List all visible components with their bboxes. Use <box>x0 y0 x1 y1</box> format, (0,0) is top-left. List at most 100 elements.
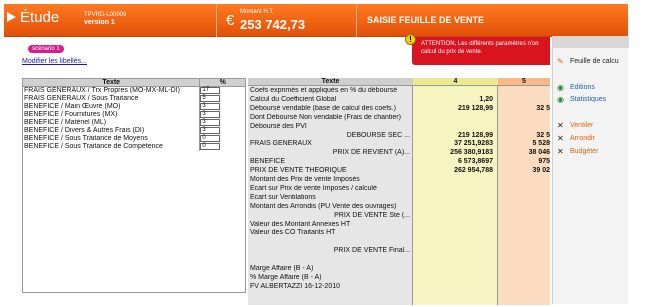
amount-value: 253 742,73 <box>240 17 306 32</box>
grid-row-label: PRIX DE REVIENT (A)... <box>332 149 410 157</box>
warning-icon: ! <box>405 34 416 45</box>
scenario-badge[interactable]: scénario 1 <box>28 45 64 53</box>
tools-icon: ✕ <box>557 134 564 143</box>
grid-row-label: DEBOURSE SEC ... <box>346 131 410 139</box>
sale-sheet-grid: Texte 4 5 Coefs exprimés et appliqués en… <box>248 78 550 305</box>
grid-cell-col-4[interactable]: 219 128,99 <box>413 105 493 113</box>
column-header-texte: Texte <box>102 79 121 86</box>
percent-input[interactable]: 17 <box>200 87 221 94</box>
grid-row: % Marge Affaire (B - A) <box>248 274 550 282</box>
grid-row-label: Ecart sur Prix de vente Imposés / calcul… <box>250 184 377 192</box>
grid-row <box>248 238 550 246</box>
warning-banner: ATTENTION, Les différents paramètres n'o… <box>412 37 550 65</box>
version-label: version 1 <box>84 19 115 26</box>
percent-input[interactable]: 3 <box>200 127 221 134</box>
grid-cell-col-4[interactable]: 262 954,788 <box>413 167 493 175</box>
grid-row: PRIX DE VENTE Sté (... <box>248 212 550 220</box>
grid-row: Montant des Prix de vente Imposés <box>248 176 550 184</box>
sidebar-item-arrondir[interactable]: ✕ Arrondir <box>557 135 595 143</box>
grid-row-label: PRIX DE VENTE THEORIQUE <box>250 167 347 175</box>
tools-icon: ✕ <box>557 121 564 130</box>
grid-cell-col-4[interactable]: 219 128,99 <box>413 132 493 140</box>
grid-row-label: % Marge Affaire (B - A) <box>250 273 322 281</box>
document-version: TPVRD-L00009 version 1 <box>84 12 126 26</box>
column-header-5: 5 <box>498 78 550 86</box>
grid-row-label: Déboursé vendable (base de calcul des co… <box>250 104 396 112</box>
grid-cell-col-5[interactable]: 975 <box>498 158 550 166</box>
sidebar-top-bar <box>553 36 629 48</box>
grid-row-label: FRAIS GENERAUX <box>250 140 312 148</box>
row-label: FRAIS GENERAUX / Sous Traitance <box>24 95 139 102</box>
header-divider <box>356 4 357 37</box>
grid-cell-col-4[interactable]: 37 251,9283 <box>413 140 493 148</box>
document-code: TPVRD-L00009 <box>84 12 127 18</box>
table-row: BENEFICE / Fournitures (MX) 3 <box>23 111 245 119</box>
grid-row: Valeur des Montant Annexes HT <box>248 221 550 229</box>
header-divider <box>216 4 217 37</box>
percent-input[interactable]: 5 <box>200 95 221 102</box>
grid-row-label: PRIX DE VENTE Sté (... <box>334 211 410 219</box>
column-header-texte: Texte <box>248 78 413 86</box>
table-row: BENEFICE / Sous Traitance de Compétence … <box>23 143 245 151</box>
grid-cell-col-5[interactable]: 5 528 <box>498 140 550 148</box>
grid-row: FRAIS GENERAUX 37 251,9283 5 528 <box>248 140 550 148</box>
grid-row-label: Valeur des Montant Annexes HT <box>250 220 351 228</box>
grid-cell-col-4[interactable]: 256 380,9183 <box>413 149 493 157</box>
grid-cell-col-5[interactable]: 39 02 <box>498 167 550 175</box>
app-header: Étude TPVRD-L00009 version 1 € Montant H… <box>4 4 628 37</box>
grid-row <box>248 256 550 264</box>
grid-row-label: Valeur des CO Traitants HT <box>250 229 336 237</box>
pencil-icon: ✎ <box>557 57 564 66</box>
grid-cell-col-5[interactable]: 38 046 <box>498 149 550 157</box>
grid-row-label: Calcul du Coefficient Global <box>250 95 337 103</box>
column-header-percent: % <box>199 79 245 86</box>
percent-input[interactable]: 3 <box>200 103 221 110</box>
table-row: BENEFICE / Sous Traitance de Moyens 0 <box>23 135 245 143</box>
row-label: BENEFICE / Divers & Autres Frais (DI) <box>24 127 145 134</box>
row-label: FRAIS GENERAUX / Trx Propres (MO-MX-ML-D… <box>24 87 180 94</box>
percent-input[interactable]: 0 <box>200 143 221 150</box>
grid-row: PRIX DE VENTE Final... <box>248 247 550 255</box>
eye-icon: ◉ <box>557 83 564 92</box>
grid-row: DEBOURSE SEC ... 219 128,99 32 5 <box>248 132 550 140</box>
grid-row-label: Dont Déboursé Non vendable (Frais de cha… <box>250 113 401 121</box>
sidebar-item-statistiques[interactable]: ◉ Statistiques <box>557 96 606 104</box>
grid-cell-col-5[interactable]: 32 5 <box>498 105 550 113</box>
table-row: FRAIS GENERAUX / Sous Traitance 5 <box>23 95 245 103</box>
sidebar-item-ventiler[interactable]: ✕ Ventiler <box>557 122 593 130</box>
grid-row-label: Montant des Arrondis (PU Vente des ouvra… <box>250 202 397 210</box>
table-row: BENEFICE / Matériel (ML) 3 <box>23 119 245 127</box>
grid-row-label: PRIX DE VENTE Final... <box>333 247 410 255</box>
grid-row: Ecart sur Prix de vente Imposés / calcul… <box>248 185 550 193</box>
grid-row: Marge Affaire (B - A) <box>248 265 550 273</box>
table-header: Texte % <box>23 79 245 87</box>
sidebar-item-editions[interactable]: ◉ Editions <box>557 84 595 92</box>
column-header-4: 4 <box>413 78 498 86</box>
sidebar-item-budgeter[interactable]: ✕ Budgéter <box>557 148 598 156</box>
tools-icon: ✕ <box>557 147 564 156</box>
table-row: FRAIS GENERAUX / Trx Propres (MO-MX-ML-D… <box>23 87 245 95</box>
modify-labels-link[interactable]: Modifier les libellés... <box>22 58 87 65</box>
percent-input[interactable]: 0 <box>200 135 221 142</box>
grid-row-label: Montant des Prix de vente Imposés <box>250 176 360 183</box>
page-title: SAISIE FEUILLE DE VENTE <box>367 15 485 25</box>
app-name: Étude <box>20 9 60 26</box>
row-label: BENEFICE / Matériel (ML) <box>24 119 107 126</box>
grid-row: Dont Déboursé Non vendable (Frais de cha… <box>248 114 550 122</box>
percent-input[interactable]: 3 <box>200 111 221 118</box>
grid-row: Calcul du Coefficient Global 1,20 <box>248 96 550 104</box>
grid-row-label: Déboursé des PVI <box>250 122 307 130</box>
sidebar-item-feuille-de-calcul[interactable]: ✎ Feuille de calcu <box>557 58 619 66</box>
grid-row: Coefs exprimés et appliqués en % du débo… <box>248 87 550 95</box>
row-label: BENEFICE / Sous Traitance de Moyens <box>24 135 148 142</box>
grid-row: Montant des Arrondis (PU Vente des ouvra… <box>248 203 550 211</box>
grid-cell-col-5[interactable]: 32 5 <box>498 132 550 140</box>
grid-row: Valeur des CO Traitants HT <box>248 229 550 237</box>
grid-row-label: Marge Affaire (B - A) <box>250 265 314 272</box>
grid-cell-col-4[interactable]: 1,20 <box>413 96 493 104</box>
grid-cell-col-4[interactable]: 6 573,8697 <box>413 158 493 166</box>
row-label: BENEFICE / Sous Traitance de Compétence <box>24 143 163 150</box>
grid-row: Ecart sur Ventilations <box>248 194 550 202</box>
percent-input[interactable]: 3 <box>200 119 221 126</box>
warning-line-2: calcul du prix de vente. <box>421 49 483 55</box>
